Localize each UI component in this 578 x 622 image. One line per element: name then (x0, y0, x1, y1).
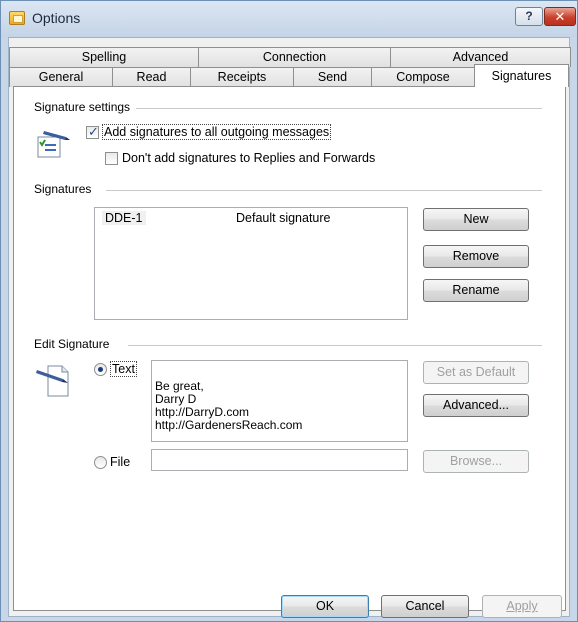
tab-send[interactable]: Send (293, 67, 372, 87)
signature-name: DDE-1 (102, 211, 146, 225)
window-title: Options (32, 10, 81, 26)
browse-button[interactable]: Browse... (423, 450, 529, 473)
signature-settings-heading: Signature settings (34, 100, 137, 114)
tab-signatures[interactable]: Signatures (474, 64, 569, 87)
new-button[interactable]: New (423, 208, 529, 231)
add-signatures-checkbox[interactable]: ✓ (86, 124, 99, 139)
signatures-tab-panel: Signature settings ✓ Add signatures to a… (13, 86, 566, 611)
remove-button[interactable]: Remove (423, 245, 529, 268)
tab-read[interactable]: Read (112, 67, 191, 87)
title-bar[interactable]: Options ? ✕ (1, 1, 577, 37)
text-radio-label: Text (110, 361, 137, 377)
radio-selected-dot (98, 367, 103, 372)
dont-add-replies-checkbox[interactable] (105, 152, 118, 165)
tab-spelling[interactable]: Spelling (9, 47, 199, 67)
cancel-button[interactable]: Cancel (381, 595, 469, 618)
options-window-icon (9, 11, 25, 25)
signature-settings-icon (37, 131, 70, 158)
dialog-client-area: Spelling Connection Advanced General Rea… (8, 37, 571, 618)
tab-row-front: General Read Receipts Send Compose Signa… (9, 64, 569, 87)
signatures-list[interactable]: DDE-1 Default signature (94, 207, 408, 320)
signature-settings-divider (132, 108, 542, 109)
add-signatures-label: Add signatures to all outgoing messages (102, 124, 332, 140)
signature-text-editor[interactable]: Be great, Darry D http://DarryD.com http… (151, 360, 408, 442)
dont-add-replies-label: Don't add signatures to Replies and Forw… (122, 151, 376, 165)
apply-button[interactable]: Apply (482, 595, 562, 618)
signatures-divider (106, 190, 542, 191)
text-radio[interactable] (94, 363, 107, 376)
tab-general[interactable]: General (9, 67, 113, 87)
edit-signature-heading: Edit Signature (34, 337, 116, 351)
tab-receipts[interactable]: Receipts (190, 67, 294, 87)
help-button[interactable]: ? (515, 7, 543, 26)
rename-button[interactable]: Rename (423, 279, 529, 302)
tab-connection[interactable]: Connection (198, 47, 391, 67)
file-radio[interactable] (94, 456, 107, 469)
tab-compose[interactable]: Compose (371, 67, 475, 87)
check-mark-icon: ✓ (88, 124, 99, 139)
ok-button[interactable]: OK (281, 595, 369, 618)
options-window: Options ? ✕ Spelling Connection Advanced… (0, 0, 578, 622)
edit-signature-divider (128, 345, 542, 346)
edit-signature-icon (36, 365, 69, 397)
advanced-button[interactable]: Advanced... (423, 394, 529, 417)
close-button[interactable]: ✕ (544, 7, 576, 26)
signatures-heading: Signatures (34, 182, 98, 196)
signature-text-line: http://GardenersReach.com (155, 418, 303, 432)
file-radio-label: File (110, 455, 131, 469)
set-as-default-button[interactable]: Set as Default (423, 361, 529, 384)
file-path-input[interactable] (151, 449, 408, 471)
signature-description: Default signature (236, 211, 331, 225)
list-item[interactable]: DDE-1 Default signature (98, 211, 398, 227)
